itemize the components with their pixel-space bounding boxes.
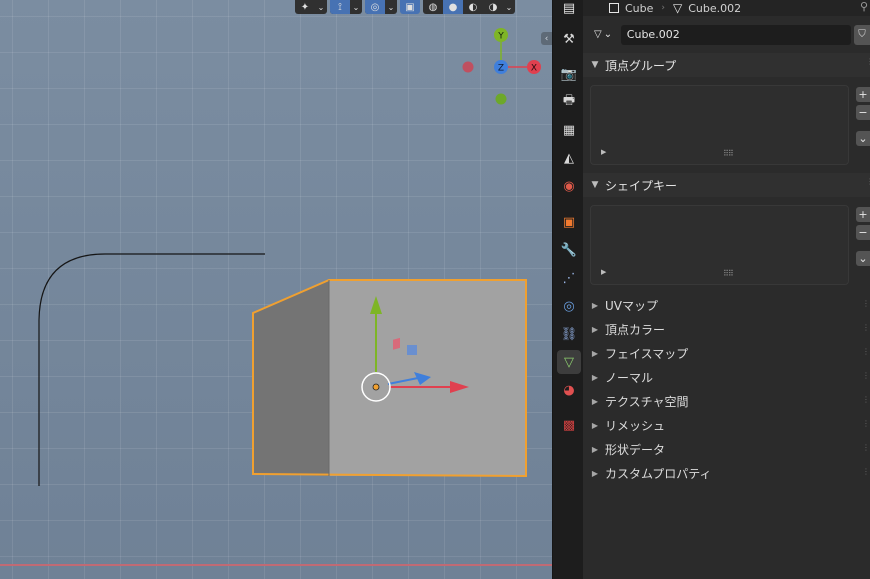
physics-icon[interactable]: ◎: [557, 294, 581, 318]
list-resize-grip-icon[interactable]: ⠿⠿: [723, 269, 734, 278]
shape-key-specials-button[interactable]: ⌄: [856, 251, 870, 266]
properties-tab-bar: ▤ ⚒ 📷 🖶 ▦ ◭ ◉ ▣ 🔧 ⋰ ◎ ⛓ ▽ ◕ ▩: [552, 0, 583, 579]
expand-right-arrow-icon: ▶: [591, 372, 599, 382]
list-expand-icon[interactable]: ▶: [601, 268, 606, 276]
world-icon[interactable]: ◉: [557, 174, 581, 198]
drag-grip-icon[interactable]: ⋮: [866, 177, 870, 193]
particles-icon[interactable]: ⋰: [557, 266, 581, 290]
remove-vertex-group-button[interactable]: −: [856, 105, 870, 120]
mesh-datablock-row: ▽ ⌄ Cube.002 ⛉: [591, 24, 870, 45]
drag-grip-icon[interactable]: ⋮: [862, 347, 870, 356]
properties-editor: Cube › ▽ Cube.002 ⚲ ▽ ⌄ Cube.002 ⛉ ▼ 頂点グ…: [583, 0, 870, 579]
editor-type-icon[interactable]: ▤: [557, 0, 581, 16]
panel-label: ノーマル: [605, 370, 654, 385]
texture-icon[interactable]: ▩: [557, 413, 581, 437]
panel-label: 頂点カラー: [605, 322, 666, 337]
panel-uv-maps[interactable]: ▶ UVマップ ⋮: [583, 293, 870, 317]
navigation-gizmo[interactable]: Y X Z: [0, 0, 552, 579]
panel-normals[interactable]: ▶ ノーマル ⋮: [583, 365, 870, 389]
y-axis-label: Y: [497, 32, 504, 42]
panel-label: テクスチャ空間: [605, 394, 689, 409]
expand-right-arrow-icon: ▶: [591, 444, 599, 454]
breadcrumb-object-name: Cube: [625, 1, 654, 15]
mesh-browse-button[interactable]: ▽ ⌄: [591, 24, 621, 45]
vertex-groups-list[interactable]: ▶ ⠿⠿: [590, 85, 849, 165]
render-icon[interactable]: 📷: [557, 62, 581, 86]
drag-grip-icon[interactable]: ⋮: [866, 57, 870, 73]
drag-grip-icon[interactable]: ⋮: [862, 443, 870, 452]
breadcrumb: Cube › ▽ Cube.002 ⚲: [583, 0, 870, 16]
drag-grip-icon[interactable]: ⋮: [862, 467, 870, 476]
fake-user-shield-icon[interactable]: ⛉: [854, 24, 870, 45]
breadcrumb-mesh-name: Cube.002: [688, 1, 742, 15]
remove-shape-key-button[interactable]: −: [856, 225, 870, 240]
add-vertex-group-button[interactable]: +: [856, 87, 870, 102]
expand-right-arrow-icon: ▶: [591, 420, 599, 430]
drag-grip-icon[interactable]: ⋮: [862, 371, 870, 380]
drag-grip-icon[interactable]: ⋮: [862, 419, 870, 428]
drag-grip-icon[interactable]: ⋮: [862, 299, 870, 308]
tool-icon[interactable]: ⚒: [557, 27, 581, 51]
x-axis-label: X: [531, 64, 537, 74]
object-icon[interactable]: ▣: [557, 210, 581, 234]
panel-shape-keys-header[interactable]: ▼ シェイプキー ⋮: [583, 173, 870, 197]
list-expand-icon[interactable]: ▶: [601, 148, 606, 156]
object-icon: [609, 3, 619, 13]
expand-right-arrow-icon: ▶: [591, 396, 599, 406]
breadcrumb-separator-icon: ›: [661, 3, 666, 13]
panel-texture-space[interactable]: ▶ テクスチャ空間 ⋮: [583, 389, 870, 413]
collapsed-panels-list: ▶ UVマップ ⋮ ▶ 頂点カラー ⋮ ▶ フェイスマップ ⋮ ▶ ノーマル ⋮…: [583, 293, 870, 485]
modifier-icon[interactable]: 🔧: [557, 238, 581, 262]
panel-vertex-groups-label: 頂点グループ: [605, 58, 677, 73]
mesh-data-icon[interactable]: ▽: [557, 350, 581, 374]
panel-label: UVマップ: [605, 298, 658, 313]
expand-down-arrow-icon: ▼: [591, 60, 599, 70]
panel-label: リメッシュ: [605, 418, 666, 433]
mesh-icon: ▽: [673, 1, 683, 15]
list-resize-grip-icon[interactable]: ⠿⠿: [723, 149, 734, 158]
drag-grip-icon[interactable]: ⋮: [862, 395, 870, 404]
neg-x-axis-dot: [462, 61, 474, 73]
panel-shape-keys-label: シェイプキー: [605, 178, 678, 193]
expand-right-arrow-icon: ▶: [591, 348, 599, 358]
shape-keys-side-buttons: + − ⌄: [856, 207, 870, 269]
panel-label: 形状データ: [605, 442, 666, 457]
shape-keys-list[interactable]: ▶ ⠿⠿: [590, 205, 849, 285]
panel-geometry-data[interactable]: ▶ 形状データ ⋮: [583, 437, 870, 461]
breadcrumb-mesh: ▽ Cube.002: [673, 1, 741, 15]
breadcrumb-object: Cube: [609, 2, 653, 15]
scene-icon[interactable]: ◭: [557, 146, 581, 170]
panel-remesh[interactable]: ▶ リメッシュ ⋮: [583, 413, 870, 437]
output-icon[interactable]: 🖶: [557, 90, 581, 114]
pin-icon[interactable]: ⚲: [860, 0, 868, 13]
expand-right-arrow-icon: ▶: [591, 468, 599, 478]
constraints-icon[interactable]: ⛓: [557, 322, 581, 346]
expand-down-arrow-icon: ▼: [591, 180, 599, 190]
view-layer-icon[interactable]: ▦: [557, 118, 581, 142]
material-icon[interactable]: ◕: [557, 378, 581, 402]
panel-face-maps[interactable]: ▶ フェイスマップ ⋮: [583, 341, 870, 365]
mesh-name-field[interactable]: Cube.002: [620, 24, 852, 45]
chevron-down-icon: ⌄: [603, 29, 613, 40]
expand-right-arrow-icon: ▶: [591, 300, 599, 310]
panel-vertex-colors[interactable]: ▶ 頂点カラー ⋮: [583, 317, 870, 341]
add-shape-key-button[interactable]: +: [856, 207, 870, 222]
expand-right-arrow-icon: ▶: [591, 324, 599, 334]
3d-viewport[interactable]: ✦ ⌄ ⟟ ⌄ ◎ ⌄ ▣ ◍ ● ◐ ◑ ⌄ ‹ Y X Z: [0, 0, 552, 579]
z-axis-label: Z: [498, 64, 504, 74]
vertex-group-specials-button[interactable]: ⌄: [856, 131, 870, 146]
drag-grip-icon[interactable]: ⋮: [862, 323, 870, 332]
panel-vertex-groups-header[interactable]: ▼ 頂点グループ ⋮: [583, 53, 870, 77]
vertex-groups-side-buttons: + − ⌄: [856, 87, 870, 149]
panel-label: カスタムプロパティ: [605, 466, 712, 481]
panel-custom-properties[interactable]: ▶ カスタムプロパティ ⋮: [583, 461, 870, 485]
panel-label: フェイスマップ: [605, 346, 689, 361]
mesh-icon: ▽: [594, 29, 602, 40]
neg-y-axis-dot: [495, 93, 507, 105]
